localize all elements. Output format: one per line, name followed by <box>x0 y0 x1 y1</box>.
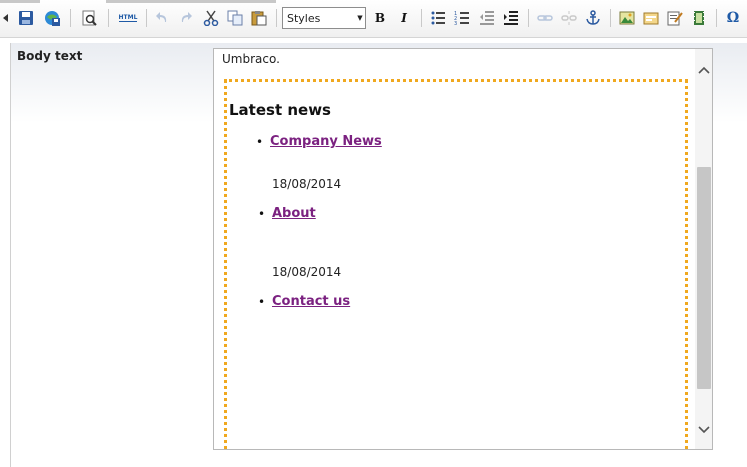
bullet-list-icon[interactable] <box>429 9 447 27</box>
tab-edge <box>0 0 40 3</box>
bold-label: B <box>374 11 386 25</box>
cut-icon[interactable] <box>202 9 220 27</box>
svg-text:3: 3 <box>454 21 457 26</box>
special-char-label: Ω <box>726 10 740 26</box>
italic-label: I <box>401 11 407 25</box>
save-icon[interactable] <box>17 9 35 27</box>
toolbar-separator <box>528 9 529 27</box>
toolbar-separator <box>70 9 71 27</box>
macro-icon[interactable] <box>642 9 660 27</box>
html-source-label: HTML <box>118 14 138 22</box>
news-link-about[interactable]: About <box>272 206 316 221</box>
news-heading: Latest news <box>229 101 331 119</box>
numbered-list-icon[interactable]: 123 <box>453 9 471 27</box>
scroll-up-icon[interactable] <box>695 61 712 79</box>
news-link-contact-us[interactable]: Contact us <box>272 294 350 309</box>
intro-text: Umbraco. <box>222 52 280 66</box>
list-bullet: • <box>256 135 264 149</box>
copy-icon[interactable] <box>226 9 244 27</box>
list-bullet: • <box>258 207 266 221</box>
special-char-icon[interactable]: Ω <box>724 9 742 27</box>
image-icon[interactable] <box>618 9 636 27</box>
tab-edge <box>106 0 276 3</box>
italic-icon[interactable]: I <box>395 9 413 27</box>
toolbar-separator <box>146 9 147 27</box>
toolbar-separator <box>610 9 611 27</box>
editor-toolbar: HTML Styles ▼ B I 123 Ω <box>0 0 747 38</box>
list-bullet: • <box>258 295 266 309</box>
styles-dropdown[interactable]: Styles ▼ <box>282 7 366 29</box>
collapse-arrow-icon[interactable] <box>0 9 12 27</box>
scroll-thumb[interactable] <box>697 167 711 389</box>
indent-icon[interactable] <box>502 9 520 27</box>
anchor-icon[interactable] <box>584 9 602 27</box>
form-icon[interactable] <box>666 9 684 27</box>
news-date: 18/08/2014 <box>272 177 342 191</box>
paste-icon[interactable] <box>250 9 268 27</box>
news-link-company-news[interactable]: Company News <box>270 134 382 149</box>
html-source-icon[interactable]: HTML <box>116 9 140 27</box>
tab-strip <box>0 0 747 4</box>
preview-icon[interactable] <box>80 9 98 27</box>
toolbar-separator <box>276 9 277 27</box>
editor-scrollbar[interactable] <box>695 49 712 449</box>
link-icon[interactable] <box>536 9 554 27</box>
editor-content[interactable]: Umbraco. Latest news • Company News 18/0… <box>214 49 695 449</box>
scroll-down-icon[interactable] <box>695 421 712 439</box>
toolbar-separator <box>421 9 422 27</box>
bold-icon[interactable]: B <box>371 9 389 27</box>
undo-icon[interactable] <box>153 9 171 27</box>
unlink-icon[interactable] <box>560 9 578 27</box>
styles-dropdown-value: Styles <box>287 12 321 25</box>
property-label: Body text <box>17 49 83 63</box>
media-icon[interactable] <box>690 9 708 27</box>
toolbar-separator <box>716 9 717 27</box>
outdent-icon[interactable] <box>478 9 496 27</box>
rich-text-editor[interactable]: Umbraco. Latest news • Company News 18/0… <box>213 48 713 450</box>
redo-icon[interactable] <box>177 9 195 27</box>
save-publish-icon[interactable] <box>43 9 61 27</box>
toolbar-separator <box>108 9 109 27</box>
news-date: 18/08/2014 <box>272 265 342 279</box>
chevron-down-icon: ▼ <box>357 14 363 22</box>
